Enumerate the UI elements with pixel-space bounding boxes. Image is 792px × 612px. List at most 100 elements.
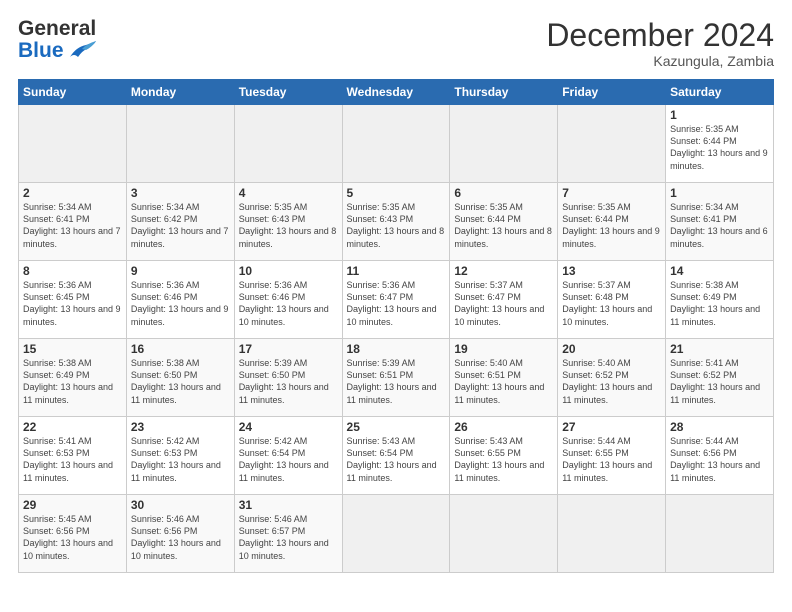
day-number: 9 xyxy=(131,264,230,278)
calendar-day-cell xyxy=(126,105,234,183)
logo-blue: Blue xyxy=(18,40,64,61)
day-number: 22 xyxy=(23,420,122,434)
calendar-day-cell: 10Sunrise: 5:36 AMSunset: 6:46 PMDayligh… xyxy=(234,261,342,339)
day-info: Sunrise: 5:39 AMSunset: 6:51 PMDaylight:… xyxy=(347,357,446,406)
day-info: Sunrise: 5:36 AMSunset: 6:46 PMDaylight:… xyxy=(239,279,338,328)
calendar-day-cell: 15Sunrise: 5:38 AMSunset: 6:49 PMDayligh… xyxy=(19,339,127,417)
calendar-day-cell: 18Sunrise: 5:39 AMSunset: 6:51 PMDayligh… xyxy=(342,339,450,417)
col-saturday: Saturday xyxy=(666,80,774,105)
day-info: Sunrise: 5:35 AMSunset: 6:44 PMDaylight:… xyxy=(454,201,553,250)
calendar-day-cell: 28Sunrise: 5:44 AMSunset: 6:56 PMDayligh… xyxy=(666,417,774,495)
day-number: 13 xyxy=(562,264,661,278)
calendar-day-cell: 5Sunrise: 5:35 AMSunset: 6:43 PMDaylight… xyxy=(342,183,450,261)
day-info: Sunrise: 5:35 AMSunset: 6:44 PMDaylight:… xyxy=(670,123,769,172)
day-number: 31 xyxy=(239,498,338,512)
day-number: 1 xyxy=(670,108,769,122)
calendar-day-cell: 29Sunrise: 5:45 AMSunset: 6:56 PMDayligh… xyxy=(19,495,127,573)
calendar-day-cell: 1Sunrise: 5:34 AMSunset: 6:41 PMDaylight… xyxy=(666,183,774,261)
day-number: 15 xyxy=(23,342,122,356)
day-info: Sunrise: 5:45 AMSunset: 6:56 PMDaylight:… xyxy=(23,513,122,562)
day-number: 6 xyxy=(454,186,553,200)
col-tuesday: Tuesday xyxy=(234,80,342,105)
calendar-day-cell: 14Sunrise: 5:38 AMSunset: 6:49 PMDayligh… xyxy=(666,261,774,339)
col-thursday: Thursday xyxy=(450,80,558,105)
day-number: 27 xyxy=(562,420,661,434)
day-number: 26 xyxy=(454,420,553,434)
day-info: Sunrise: 5:42 AMSunset: 6:53 PMDaylight:… xyxy=(131,435,230,484)
calendar-day-cell: 9Sunrise: 5:36 AMSunset: 6:46 PMDaylight… xyxy=(126,261,234,339)
day-number: 1 xyxy=(670,186,769,200)
day-info: Sunrise: 5:36 AMSunset: 6:45 PMDaylight:… xyxy=(23,279,122,328)
calendar-day-cell: 13Sunrise: 5:37 AMSunset: 6:48 PMDayligh… xyxy=(558,261,666,339)
day-number: 20 xyxy=(562,342,661,356)
day-info: Sunrise: 5:37 AMSunset: 6:48 PMDaylight:… xyxy=(562,279,661,328)
calendar-week-row: 22Sunrise: 5:41 AMSunset: 6:53 PMDayligh… xyxy=(19,417,774,495)
calendar-day-cell: 30Sunrise: 5:46 AMSunset: 6:56 PMDayligh… xyxy=(126,495,234,573)
logo-general: General xyxy=(18,18,98,39)
calendar-day-cell xyxy=(558,105,666,183)
day-number: 29 xyxy=(23,498,122,512)
main-title: December 2024 xyxy=(546,18,774,53)
day-info: Sunrise: 5:38 AMSunset: 6:49 PMDaylight:… xyxy=(670,279,769,328)
col-sunday: Sunday xyxy=(19,80,127,105)
day-info: Sunrise: 5:34 AMSunset: 6:42 PMDaylight:… xyxy=(131,201,230,250)
calendar-day-cell: 21Sunrise: 5:41 AMSunset: 6:52 PMDayligh… xyxy=(666,339,774,417)
header: General Blue December 2024 Kazungula, Za… xyxy=(18,18,774,69)
day-info: Sunrise: 5:44 AMSunset: 6:55 PMDaylight:… xyxy=(562,435,661,484)
day-info: Sunrise: 5:39 AMSunset: 6:50 PMDaylight:… xyxy=(239,357,338,406)
calendar-day-cell: 20Sunrise: 5:40 AMSunset: 6:52 PMDayligh… xyxy=(558,339,666,417)
calendar-week-row: 29Sunrise: 5:45 AMSunset: 6:56 PMDayligh… xyxy=(19,495,774,573)
calendar-day-cell xyxy=(342,495,450,573)
calendar-day-cell xyxy=(666,495,774,573)
day-number: 30 xyxy=(131,498,230,512)
day-number: 23 xyxy=(131,420,230,434)
logo-bird-icon xyxy=(66,39,98,61)
day-number: 10 xyxy=(239,264,338,278)
day-info: Sunrise: 5:38 AMSunset: 6:50 PMDaylight:… xyxy=(131,357,230,406)
day-number: 11 xyxy=(347,264,446,278)
col-friday: Friday xyxy=(558,80,666,105)
logo: General Blue xyxy=(18,18,98,61)
day-info: Sunrise: 5:35 AMSunset: 6:43 PMDaylight:… xyxy=(239,201,338,250)
day-info: Sunrise: 5:43 AMSunset: 6:54 PMDaylight:… xyxy=(347,435,446,484)
day-info: Sunrise: 5:34 AMSunset: 6:41 PMDaylight:… xyxy=(23,201,122,250)
calendar-table: Sunday Monday Tuesday Wednesday Thursday… xyxy=(18,79,774,573)
col-monday: Monday xyxy=(126,80,234,105)
calendar-header-row: Sunday Monday Tuesday Wednesday Thursday… xyxy=(19,80,774,105)
calendar-day-cell xyxy=(450,105,558,183)
calendar-day-cell: 8Sunrise: 5:36 AMSunset: 6:45 PMDaylight… xyxy=(19,261,127,339)
day-info: Sunrise: 5:37 AMSunset: 6:47 PMDaylight:… xyxy=(454,279,553,328)
day-info: Sunrise: 5:34 AMSunset: 6:41 PMDaylight:… xyxy=(670,201,769,250)
day-number: 18 xyxy=(347,342,446,356)
day-number: 24 xyxy=(239,420,338,434)
day-number: 28 xyxy=(670,420,769,434)
day-number: 14 xyxy=(670,264,769,278)
day-number: 21 xyxy=(670,342,769,356)
day-number: 3 xyxy=(131,186,230,200)
calendar-day-cell: 1Sunrise: 5:35 AMSunset: 6:44 PMDaylight… xyxy=(666,105,774,183)
calendar-day-cell: 27Sunrise: 5:44 AMSunset: 6:55 PMDayligh… xyxy=(558,417,666,495)
calendar-day-cell xyxy=(558,495,666,573)
day-info: Sunrise: 5:40 AMSunset: 6:52 PMDaylight:… xyxy=(562,357,661,406)
calendar-day-cell: 4Sunrise: 5:35 AMSunset: 6:43 PMDaylight… xyxy=(234,183,342,261)
calendar-day-cell: 2Sunrise: 5:34 AMSunset: 6:41 PMDaylight… xyxy=(19,183,127,261)
calendar-day-cell xyxy=(342,105,450,183)
calendar-day-cell xyxy=(450,495,558,573)
day-info: Sunrise: 5:35 AMSunset: 6:43 PMDaylight:… xyxy=(347,201,446,250)
calendar-week-row: 8Sunrise: 5:36 AMSunset: 6:45 PMDaylight… xyxy=(19,261,774,339)
subtitle: Kazungula, Zambia xyxy=(546,53,774,69)
calendar-day-cell xyxy=(19,105,127,183)
day-number: 12 xyxy=(454,264,553,278)
calendar-day-cell xyxy=(234,105,342,183)
calendar-day-cell: 3Sunrise: 5:34 AMSunset: 6:42 PMDaylight… xyxy=(126,183,234,261)
day-info: Sunrise: 5:41 AMSunset: 6:52 PMDaylight:… xyxy=(670,357,769,406)
calendar-week-row: 2Sunrise: 5:34 AMSunset: 6:41 PMDaylight… xyxy=(19,183,774,261)
calendar-day-cell: 11Sunrise: 5:36 AMSunset: 6:47 PMDayligh… xyxy=(342,261,450,339)
calendar-day-cell: 6Sunrise: 5:35 AMSunset: 6:44 PMDaylight… xyxy=(450,183,558,261)
day-number: 5 xyxy=(347,186,446,200)
calendar-day-cell: 16Sunrise: 5:38 AMSunset: 6:50 PMDayligh… xyxy=(126,339,234,417)
day-number: 8 xyxy=(23,264,122,278)
day-number: 4 xyxy=(239,186,338,200)
title-block: December 2024 Kazungula, Zambia xyxy=(546,18,774,69)
calendar-day-cell: 7Sunrise: 5:35 AMSunset: 6:44 PMDaylight… xyxy=(558,183,666,261)
